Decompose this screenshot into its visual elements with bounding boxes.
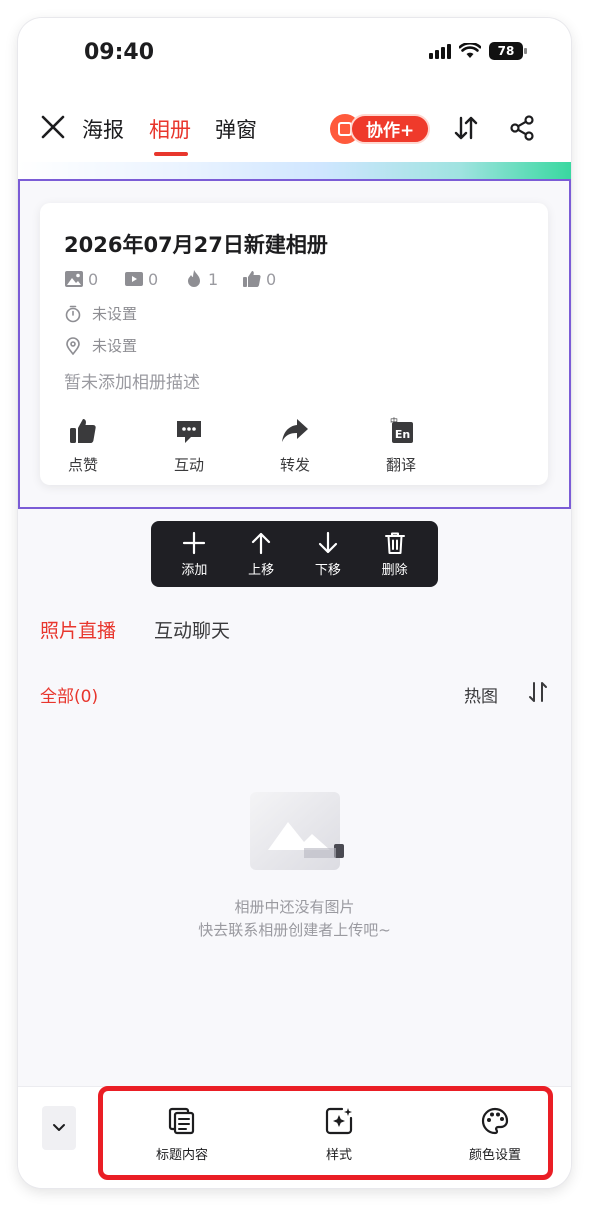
thumbs-up-small-icon [243,271,261,287]
sort-arrows-icon[interactable] [452,114,480,142]
share-icon[interactable] [508,114,536,142]
signal-icon [429,43,451,59]
sort-toggle-icon[interactable] [526,680,550,704]
translate-action[interactable]: En 中 翻译 [366,416,436,475]
svg-text:En: En [395,428,410,441]
album-location-row: 未设置 [64,335,137,356]
album-title: 2026年07月27日新建相册 [64,233,328,257]
trash-icon [384,532,405,554]
thumbs-up-icon [70,419,96,443]
status-bar: 09:40 78 [18,18,571,88]
arrow-down-icon [318,531,337,553]
video-icon [125,272,143,286]
location-pin-icon [66,336,80,355]
interact-action[interactable]: 互动 [154,416,224,475]
phone-screen: 09:40 78 海报 相册 弹窗 协作+ 2026年07月27日新建相册 0 … [18,18,571,1188]
share-arrow-icon [282,419,308,442]
tab-poster[interactable]: 海报 [82,114,124,144]
status-time: 09:40 [84,40,155,65]
chat-bubble-icon [177,421,201,443]
style-sparkle-icon [325,1107,353,1135]
empty-message-line1: 相册中还没有图片 [234,898,355,916]
nav-bar: 海报 相册 弹窗 协作+ [18,88,571,162]
album-description: 暂未添加相册描述 [64,373,200,393]
close-icon[interactable] [40,114,66,140]
forward-action[interactable]: 转发 [260,416,330,475]
hot-count: 1 [184,269,218,289]
video-count: 0 [124,269,158,289]
flame-icon [188,270,200,287]
album-location-value: 未设置 [92,337,138,355]
filter-hot[interactable]: 热图 [464,682,498,707]
tab-interactive-chat[interactable]: 互动聊天 [154,616,230,643]
title-content-icon [168,1107,195,1135]
tab-album[interactable]: 相册 [149,114,191,144]
album-time-row: 未设置 [64,303,137,324]
like-count: 0 [242,269,276,289]
image-icon [65,271,83,287]
collaborate-label: 协作+ [350,114,431,144]
like-action[interactable]: 点赞 [48,416,118,475]
translate-icon: En 中 [390,416,413,443]
svg-text:中: 中 [390,416,398,426]
palette-icon [481,1107,509,1135]
color-settings-button[interactable]: 颜色设置 [450,1106,540,1163]
style-button[interactable]: 样式 [294,1106,384,1163]
album-info-card[interactable]: 2026年07月27日新建相册 0 0 1 0 未设置 未设置 暂未添加相册描述 [40,203,548,485]
album-time-value: 未设置 [92,305,138,323]
empty-gallery-illustration [250,792,344,870]
tab-photo-live[interactable]: 照片直播 [40,616,116,643]
delete-block-button[interactable]: 删除 [365,531,425,578]
photo-count: 0 [64,269,98,289]
active-tab-indicator [154,152,188,156]
collapse-button[interactable] [42,1106,76,1150]
arrow-up-icon [252,532,271,554]
timer-icon [65,305,81,322]
move-down-button[interactable]: 下移 [298,531,358,578]
move-up-button[interactable]: 上移 [231,531,291,578]
chevron-down-icon [53,1124,65,1131]
empty-message-line2: 快去联系相册创建者上传吧~ [198,921,391,939]
collaborate-button[interactable]: 协作+ [330,114,431,144]
battery-icon: 78 [489,42,527,60]
plus-icon [183,531,206,554]
banner-gradient [18,162,571,179]
filter-all[interactable]: 全部(0) [40,682,98,707]
add-block-button[interactable]: 添加 [164,531,224,578]
tab-popup[interactable]: 弹窗 [215,114,257,144]
status-indicators: 78 [429,42,527,60]
title-content-button[interactable]: 标题内容 [137,1106,227,1163]
block-edit-toolbar: 添加 上移 下移 删除 [151,521,438,587]
wifi-icon [459,43,481,58]
